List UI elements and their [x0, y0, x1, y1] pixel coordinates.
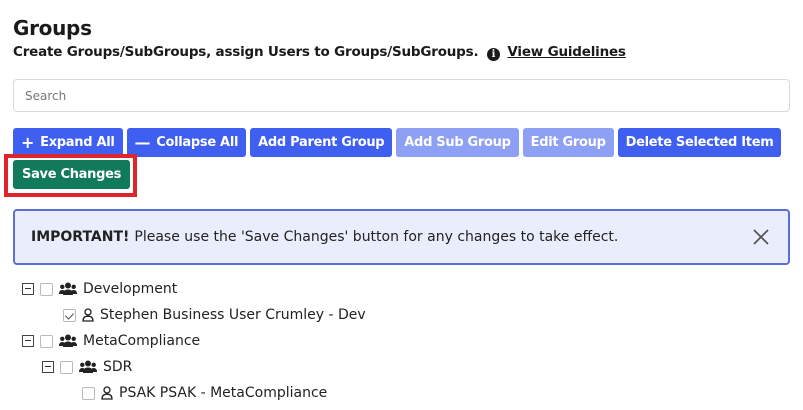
- tree-node-stephen-crumley[interactable]: Stephen Business User Crumley - Dev: [63, 302, 366, 328]
- toolbar: + Expand All — Collapse All Add Parent G…: [13, 128, 782, 157]
- search-input[interactable]: [13, 79, 790, 112]
- tree-node-label: SDR: [103, 359, 133, 375]
- tree-node-psak[interactable]: PSAK PSAK - MetaCompliance: [82, 380, 327, 406]
- view-guidelines-link[interactable]: View Guidelines: [507, 44, 626, 60]
- delete-selected-item-button[interactable]: Delete Selected Item: [617, 128, 782, 157]
- add-sub-group-button[interactable]: Add Sub Group: [396, 128, 519, 157]
- tree-node-checkbox[interactable]: [40, 282, 53, 296]
- alert-strong: IMPORTANT!: [31, 229, 130, 245]
- collapse-all-label: Collapse All: [156, 135, 239, 150]
- tree-node-checkbox[interactable]: [82, 386, 95, 400]
- users-group-icon: [79, 360, 97, 374]
- collapse-toggle-icon[interactable]: [22, 335, 34, 347]
- alert-message: Please use the 'Save Changes' button for…: [134, 229, 619, 245]
- info-icon: i: [486, 48, 500, 61]
- tree-node-development[interactable]: Development: [22, 276, 177, 302]
- edit-group-button[interactable]: Edit Group: [522, 128, 614, 157]
- users-group-icon: [59, 334, 77, 348]
- tree-node-checkbox[interactable]: [60, 360, 73, 374]
- minus-icon: —: [134, 132, 151, 152]
- expand-all-label: Expand All: [40, 135, 115, 150]
- close-icon[interactable]: [750, 226, 772, 248]
- users-group-icon: [59, 282, 77, 296]
- expand-all-button[interactable]: + Expand All: [13, 128, 123, 157]
- important-alert: IMPORTANT! Please use the 'Save Changes'…: [13, 209, 790, 265]
- subtitle-text: Create Groups/SubGroups, assign Users to…: [13, 44, 479, 60]
- page-subtitle: Create Groups/SubGroups, assign Users to…: [13, 44, 626, 61]
- save-changes-button[interactable]: Save Changes: [13, 160, 131, 189]
- collapse-all-button[interactable]: — Collapse All: [126, 128, 247, 157]
- tree-node-label: Development: [83, 281, 178, 297]
- page-title: Groups: [13, 16, 92, 40]
- tree-node-label: MetaCompliance: [83, 333, 201, 349]
- plus-icon: +: [21, 132, 35, 152]
- add-parent-group-button[interactable]: Add Parent Group: [250, 128, 393, 157]
- user-icon: [101, 386, 113, 400]
- collapse-toggle-icon[interactable]: [42, 361, 54, 373]
- tree-node-metacompliance[interactable]: MetaCompliance: [22, 328, 200, 354]
- tree-node-label: PSAK PSAK - MetaCompliance: [119, 385, 328, 401]
- tree-node-label: Stephen Business User Crumley - Dev: [100, 307, 366, 323]
- user-icon: [82, 308, 94, 322]
- collapse-toggle-icon[interactable]: [22, 283, 34, 295]
- tree-node-checkbox[interactable]: [40, 334, 53, 348]
- tree-node-checkbox[interactable]: [63, 308, 76, 322]
- tree-node-sdr[interactable]: SDR: [42, 354, 132, 380]
